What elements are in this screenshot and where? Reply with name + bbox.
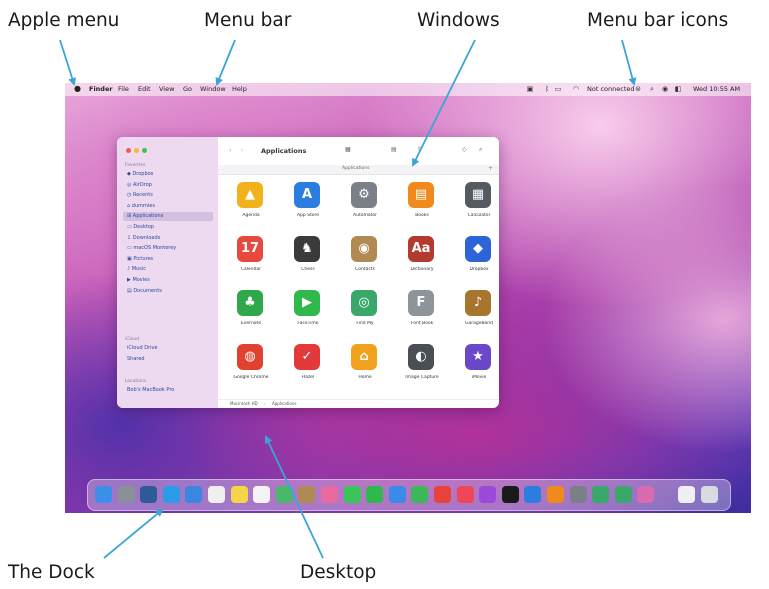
windows-leader <box>412 39 476 167</box>
callout-leader-lines <box>59 39 637 559</box>
the-dock-leader <box>103 508 164 559</box>
apple-menu-leader <box>59 39 76 86</box>
menu-bar-leader <box>215 39 236 86</box>
menu-bar-icons-leader <box>621 39 637 86</box>
desktop-leader <box>264 435 324 559</box>
